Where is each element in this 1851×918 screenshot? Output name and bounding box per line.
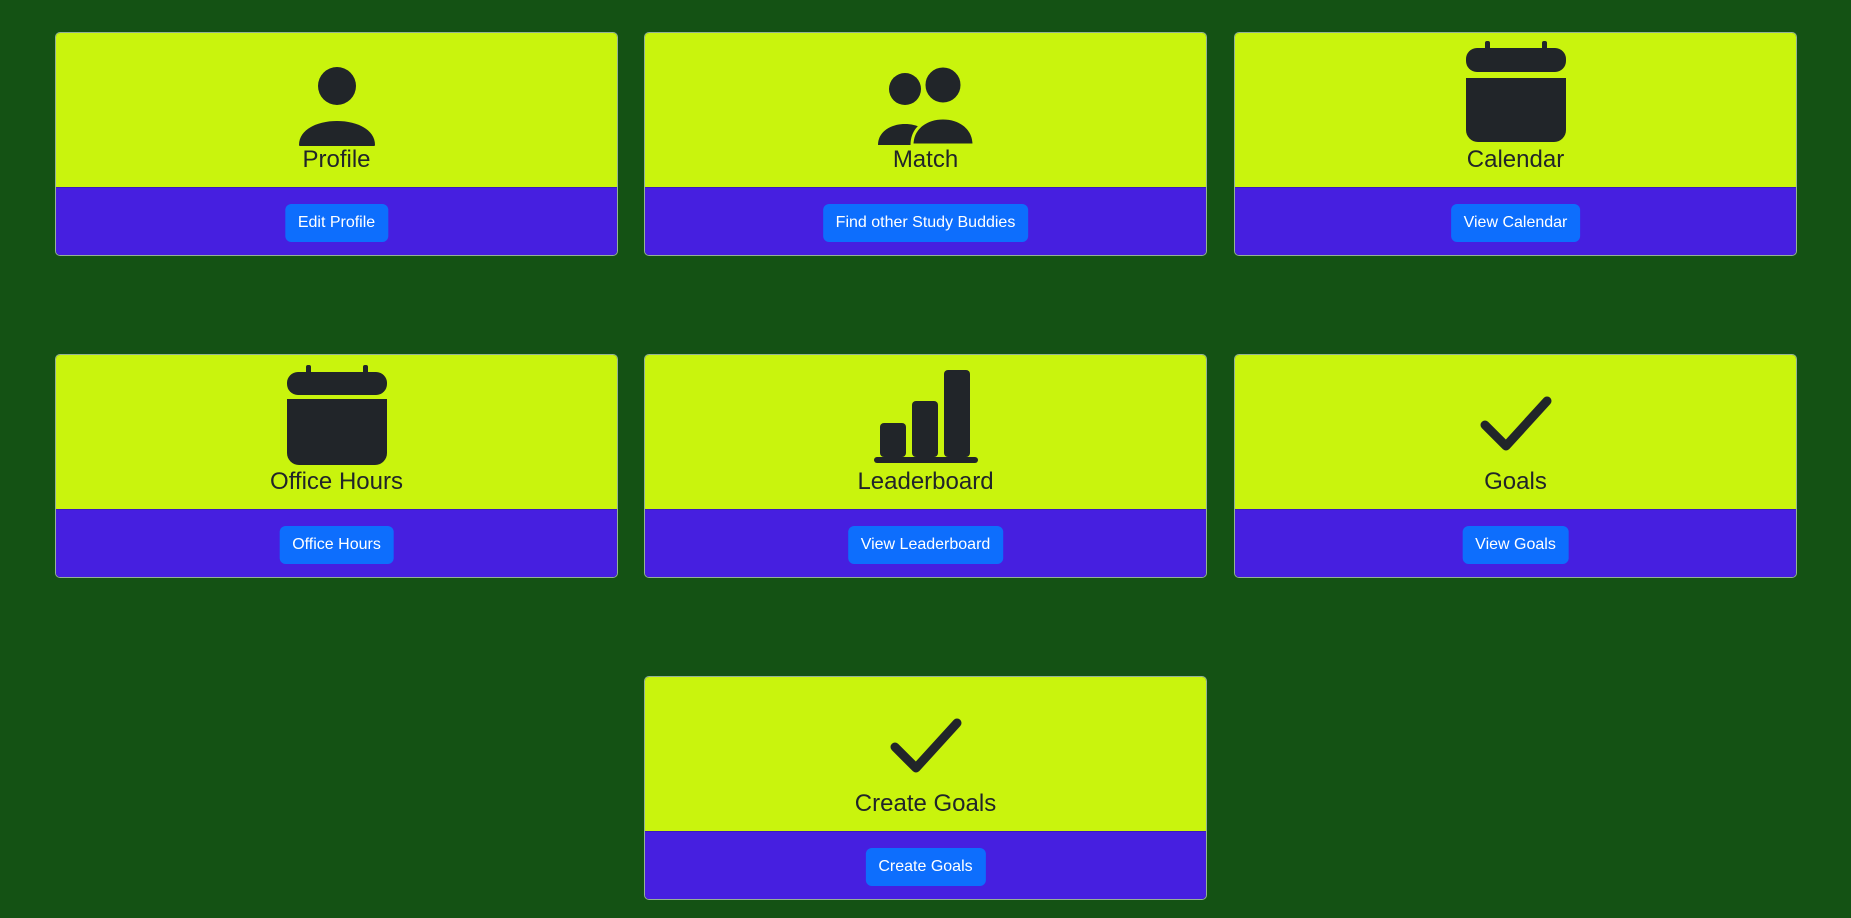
card-header: Leaderboard — [645, 355, 1206, 509]
card-title: Office Hours — [270, 468, 403, 495]
calendar-icon — [285, 363, 389, 467]
dashboard: Profile Edit Profile Match Find other St… — [0, 0, 1851, 918]
card-match: Match Find other Study Buddies — [644, 32, 1207, 256]
card-header: Goals — [1235, 355, 1796, 509]
people-icon — [874, 47, 978, 151]
card-leaderboard: Leaderboard View Leaderboard — [644, 354, 1207, 578]
card-header: Calendar — [1235, 33, 1796, 187]
card-header: Profile — [56, 33, 617, 187]
card-title: Profile — [302, 146, 371, 173]
view-leaderboard-button[interactable]: View Leaderboard — [847, 526, 1004, 564]
check-icon — [1464, 369, 1568, 473]
card-title: Create Goals — [854, 790, 997, 817]
card-title: Calendar — [1466, 146, 1565, 173]
card-footer: View Leaderboard — [645, 509, 1206, 577]
calendar-icon — [1464, 39, 1568, 143]
card-office-hours: Office Hours Office Hours — [55, 354, 618, 578]
card-calendar: Calendar View Calendar — [1234, 32, 1797, 256]
card-header: Create Goals — [645, 677, 1206, 831]
check-icon — [874, 691, 978, 795]
card-footer: View Goals — [1235, 509, 1796, 577]
card-title: Leaderboard — [857, 468, 994, 495]
card-footer: Office Hours — [56, 509, 617, 577]
create-goals-button[interactable]: Create Goals — [865, 848, 986, 886]
bar-chart-icon — [873, 363, 978, 467]
card-footer: Find other Study Buddies — [645, 187, 1206, 255]
view-calendar-button[interactable]: View Calendar — [1450, 204, 1581, 242]
view-goals-button[interactable]: View Goals — [1462, 526, 1569, 564]
card-goals: Goals View Goals — [1234, 354, 1797, 578]
card-footer: View Calendar — [1235, 187, 1796, 255]
card-create-goals: Create Goals Create Goals — [644, 676, 1207, 900]
person-icon — [285, 47, 389, 151]
card-title: Match — [892, 146, 959, 173]
card-footer: Create Goals — [645, 831, 1206, 899]
edit-profile-button[interactable]: Edit Profile — [284, 204, 389, 242]
card-profile: Profile Edit Profile — [55, 32, 618, 256]
card-title: Goals — [1484, 468, 1547, 495]
card-header: Match — [645, 33, 1206, 187]
office-hours-button[interactable]: Office Hours — [279, 526, 394, 564]
card-header: Office Hours — [56, 355, 617, 509]
card-footer: Edit Profile — [56, 187, 617, 255]
find-study-buddies-button[interactable]: Find other Study Buddies — [822, 204, 1029, 242]
